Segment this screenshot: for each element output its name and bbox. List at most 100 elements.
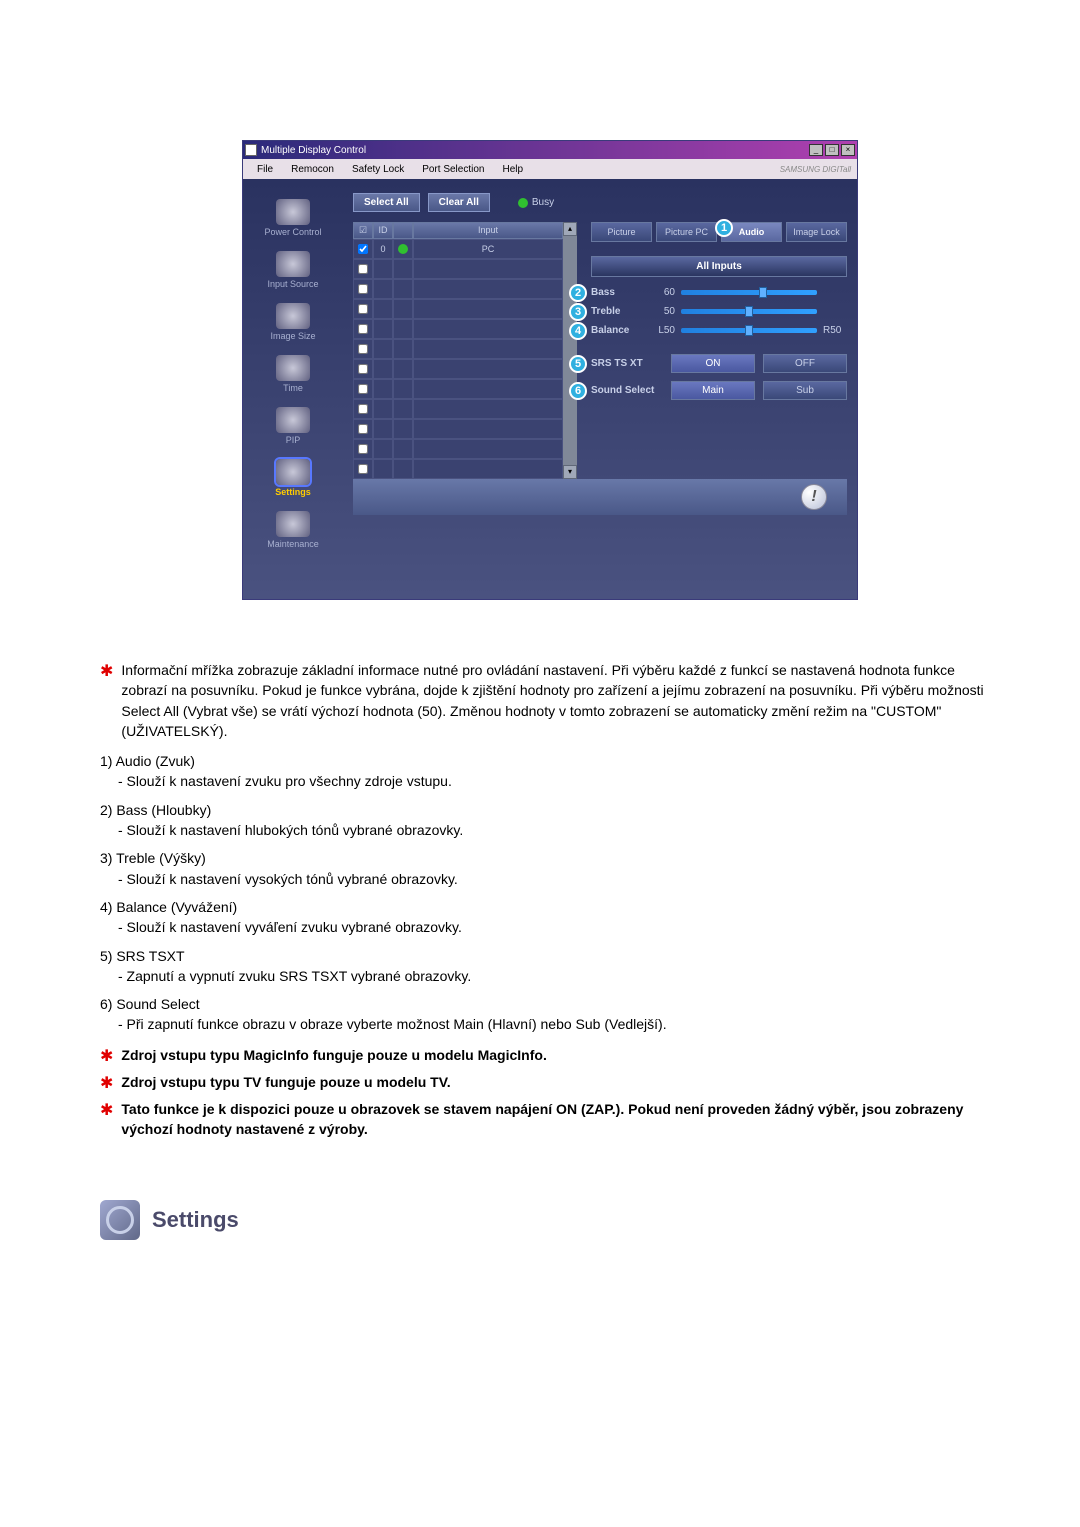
row-id <box>373 399 393 419</box>
menu-help[interactable]: Help <box>494 162 531 177</box>
menu-file[interactable]: File <box>249 162 281 177</box>
table-row[interactable] <box>353 359 563 379</box>
callout-5: 5 <box>569 355 587 373</box>
row-input <box>413 399 563 419</box>
row-id <box>373 459 393 479</box>
table-row[interactable] <box>353 259 563 279</box>
info-icon[interactable]: ! <box>801 484 827 510</box>
settings-heading: Settings <box>100 1200 1000 1240</box>
row-checkbox[interactable] <box>358 444 368 454</box>
table-row[interactable] <box>353 459 563 479</box>
list-item: 4) Balance (Vyvážení)- Slouží k nastaven… <box>100 897 1000 938</box>
select-all-button[interactable]: Select All <box>353 193 420 212</box>
bass-slider[interactable] <box>681 290 817 295</box>
tab-picture-pc[interactable]: Picture PC <box>656 222 717 242</box>
row-checkbox[interactable] <box>358 364 368 374</box>
pip-icon <box>276 407 310 433</box>
clear-all-button[interactable]: Clear All <box>428 193 490 212</box>
row-checkbox[interactable] <box>358 244 368 254</box>
row-checkbox[interactable] <box>358 324 368 334</box>
sidebar-item-pip[interactable]: PIP <box>276 407 310 445</box>
row-checkbox[interactable] <box>358 264 368 274</box>
settings-title: Settings <box>152 1207 239 1233</box>
grid-header-checkbox: ☑ <box>353 222 373 239</box>
table-row[interactable]: 0PC <box>353 239 563 259</box>
table-row[interactable] <box>353 279 563 299</box>
star-icon: ✱ <box>100 1099 113 1140</box>
row-input <box>413 359 563 379</box>
row-checkbox[interactable] <box>358 384 368 394</box>
row-input <box>413 279 563 299</box>
balance-row: 4 Balance L50 R50 <box>591 325 847 336</box>
row-id <box>373 379 393 399</box>
row-checkbox[interactable] <box>358 464 368 474</box>
tab-image-lock[interactable]: Image Lock <box>786 222 847 242</box>
all-inputs-bar[interactable]: All Inputs <box>591 256 847 277</box>
brand-label: SAMSUNG DIGITall <box>780 165 851 174</box>
row-input <box>413 459 563 479</box>
display-grid: ☑ ID Input 0PC <box>353 222 563 479</box>
sidebar: Power Control Input Source Image Size Ti… <box>243 179 343 599</box>
menu-safety-lock[interactable]: Safety Lock <box>344 162 412 177</box>
bass-row: 2 Bass 60 <box>591 287 847 298</box>
maintenance-icon <box>276 511 310 537</box>
row-checkbox[interactable] <box>358 284 368 294</box>
sidebar-item-time[interactable]: Time <box>276 355 310 393</box>
treble-slider[interactable] <box>681 309 817 314</box>
row-id <box>373 339 393 359</box>
row-input <box>413 299 563 319</box>
sidebar-item-input-source[interactable]: Input Source <box>267 251 318 289</box>
settings-icon <box>276 459 310 485</box>
table-row[interactable] <box>353 299 563 319</box>
callout-2: 2 <box>569 284 587 302</box>
sound-select-sub-button[interactable]: Sub <box>763 381 847 400</box>
scroll-up-button[interactable]: ▴ <box>563 222 577 236</box>
row-input <box>413 419 563 439</box>
menu-remocon[interactable]: Remocon <box>283 162 342 177</box>
image-size-icon <box>276 303 310 329</box>
row-checkbox[interactable] <box>358 404 368 414</box>
time-icon <box>276 355 310 381</box>
balance-slider[interactable] <box>681 328 817 333</box>
power-icon <box>276 199 310 225</box>
tab-audio[interactable]: 1Audio <box>721 222 782 242</box>
sidebar-item-settings[interactable]: Settings <box>275 459 311 497</box>
row-input <box>413 259 563 279</box>
sidebar-item-image-size[interactable]: Image Size <box>270 303 315 341</box>
row-id <box>373 439 393 459</box>
table-row[interactable] <box>353 439 563 459</box>
table-row[interactable] <box>353 379 563 399</box>
row-status <box>393 379 413 399</box>
busy-dot-icon <box>518 198 528 208</box>
minimize-button[interactable]: _ <box>809 144 823 156</box>
row-checkbox[interactable] <box>358 304 368 314</box>
row-id: 0 <box>373 239 393 259</box>
grid-header-input: Input <box>413 222 563 239</box>
table-row[interactable] <box>353 339 563 359</box>
bottom-bar: ! <box>353 479 847 515</box>
menu-port-selection[interactable]: Port Selection <box>414 162 492 177</box>
row-checkbox[interactable] <box>358 344 368 354</box>
grid-header-status <box>393 222 413 239</box>
note-row: ✱Zdroj vstupu typu MagicInfo funguje pou… <box>100 1045 1000 1068</box>
scroll-down-button[interactable]: ▾ <box>563 465 577 479</box>
table-row[interactable] <box>353 399 563 419</box>
tab-picture[interactable]: Picture <box>591 222 652 242</box>
srs-row: 5 SRS TS XT ON OFF <box>591 354 847 373</box>
sound-select-row: 6 Sound Select Main Sub <box>591 381 847 400</box>
sidebar-item-power-control[interactable]: Power Control <box>264 199 321 237</box>
table-row[interactable] <box>353 319 563 339</box>
scrollbar[interactable]: ▴ ▾ <box>563 222 577 479</box>
srs-off-button[interactable]: OFF <box>763 354 847 373</box>
maximize-button[interactable]: □ <box>825 144 839 156</box>
sound-select-main-button[interactable]: Main <box>671 381 755 400</box>
row-status <box>393 419 413 439</box>
row-status <box>393 359 413 379</box>
row-checkbox[interactable] <box>358 424 368 434</box>
note-row: ✱Tato funkce je k dispozici pouze u obra… <box>100 1099 1000 1140</box>
app-icon <box>245 144 257 156</box>
table-row[interactable] <box>353 419 563 439</box>
sidebar-item-maintenance[interactable]: Maintenance <box>267 511 319 549</box>
srs-on-button[interactable]: ON <box>671 354 755 373</box>
close-button[interactable]: × <box>841 144 855 156</box>
